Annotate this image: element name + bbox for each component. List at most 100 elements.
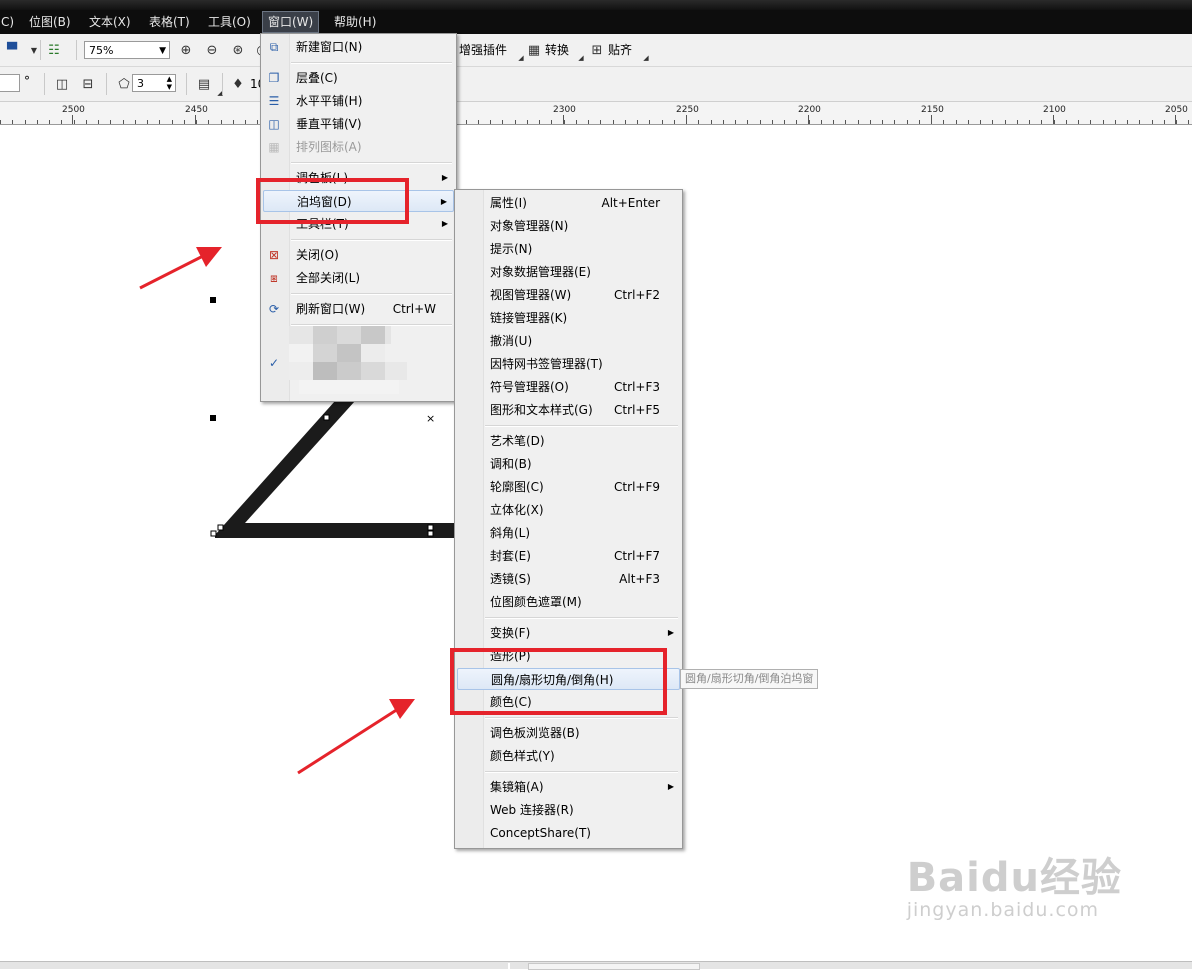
docker-menu-item[interactable]: 艺术笔(D) [457,430,680,452]
ruler-tick [221,120,222,124]
wrap-text-icon[interactable]: ▤ [196,76,212,92]
menu-item-arrange-icons: ▦ 排列图标(A) [263,136,454,158]
docker-menu-item[interactable]: 轮廓图(C) Ctrl+F9 [457,476,680,498]
docker-menu-item[interactable]: 撤消(U) [457,330,680,352]
ruler-tick [1188,120,1189,124]
watermark-url: jingyan.baidu.com [906,899,1100,921]
docker-menu-item[interactable]: 斜角(L) [457,522,680,544]
ruler-major-tick [1053,115,1054,124]
ruler-tick [956,120,957,124]
ruler-tick [698,120,699,124]
plugins-button[interactable]: 增强插件 [459,42,507,58]
mirror-horizontal-icon[interactable]: ◫ [54,76,70,92]
menu-cut-item[interactable]: C) [0,13,19,31]
docker-menu-item[interactable]: 调和(B) [457,453,680,475]
docker-menu-item[interactable]: 颜色样式(Y) [457,745,680,767]
menu-item-label: 视图管理器(W) [490,288,572,302]
zoom-select[interactable]: 75% ▼ [84,41,170,59]
angle-input[interactable] [0,74,20,92]
ruler-tick [858,120,859,124]
docker-menu-item[interactable]: 封套(E) Ctrl+F7 [457,545,680,567]
close-window-icon: ⊠ [268,248,280,262]
menu-item-label: 调色板浏览器(B) [490,726,580,740]
docker-menu-item[interactable]: 提示(N) [457,238,680,260]
docker-menu-item[interactable]: 对象数据管理器(E) [457,261,680,283]
ruler-tick [625,120,626,124]
menu-item-label: 立体化(X) [490,503,544,517]
mirror-vertical-icon[interactable]: ⊟ [80,76,96,92]
checklist-icon[interactable]: ☷ [46,42,62,58]
cascade-icon: ❐ [268,71,280,85]
new-window-icon: ⧉ [269,40,279,54]
menu-separator [291,293,452,295]
chevron-down-icon[interactable]: ◢ [573,50,589,66]
ruler-tick [613,120,614,124]
docker-menu-item[interactable]: 立体化(X) [457,499,680,521]
node-handle [210,530,217,537]
menu-table[interactable]: 表格(T) [144,13,195,31]
docker-menu-item[interactable]: 视图管理器(W) Ctrl+F2 [457,284,680,306]
menu-item-shortcut: Ctrl+F3 [614,380,660,394]
docker-menu-item[interactable]: 图形和文本样式(G) Ctrl+F5 [457,399,680,421]
ruler-tick [147,120,148,124]
docker-menu-item[interactable]: Web 连接器(R) [457,799,680,821]
menu-item-label: 集镜箱(A) [490,780,544,794]
ruler-tick [478,120,479,124]
menu-separator [485,771,678,773]
ruler-major-tick [686,115,687,124]
ruler-tick [919,120,920,124]
docker-menu-item[interactable]: ConceptShare(T) [457,822,680,844]
menu-item-tile-horizontal[interactable]: ☰ 水平平铺(H) [263,90,454,112]
docker-menu-item[interactable]: 集镜箱(A) ▶ [457,776,680,798]
menu-item-new-window[interactable]: ⧉ 新建窗口(N) [263,36,454,58]
docker-menu-item[interactable]: 位图颜色遮罩(M) [457,591,680,613]
baidu-watermark: Baidu经验 jingyan.baidu.com [907,845,1122,921]
docker-menu-item[interactable]: 属性(I) Alt+Enter [457,192,680,214]
menu-item-tile-vertical[interactable]: ◫ 垂直平铺(V) [263,113,454,135]
ruler-tick [86,120,87,124]
menu-tools[interactable]: 工具(O) [203,13,256,31]
ruler-label: 2200 [798,105,821,115]
node-handle [427,530,434,537]
spinner-icon[interactable]: ▲ ▼ [167,75,172,91]
menu-item-close[interactable]: ⊠ 关闭(O) [263,244,454,266]
ruler-tick [674,120,675,124]
zoom-in-icon[interactable]: ⊕ [178,42,194,58]
ruler-tick [1017,120,1018,124]
menu-separator [291,62,452,64]
annotation-arrow [297,707,399,775]
menu-bitmap[interactable]: 位图(B) [24,13,76,31]
docker-menu-item[interactable]: 符号管理器(O) Ctrl+F3 [457,376,680,398]
menu-separator [485,717,678,719]
ruler-tick [196,120,197,124]
menu-help[interactable]: 帮助(H) [329,13,381,31]
menu-item-label: 图形和文本样式(G) [490,403,593,417]
docker-menu-item[interactable]: 链接管理器(K) [457,307,680,329]
menu-window[interactable]: 窗口(W) [262,11,320,33]
docker-menu-item[interactable]: 变换(F) ▶ [457,622,680,644]
chevron-down-icon[interactable]: ◢ [212,85,228,101]
ruler-tick [747,120,748,124]
docker-menu-item[interactable]: 调色板浏览器(B) [457,722,680,744]
launcher-icon[interactable]: ▀ [4,42,20,58]
horizontal-ruler[interactable]: 2500 2450 2300 2250 2200 2150 2100 2050 [0,102,1192,125]
docker-menu-item[interactable]: 因特网书签管理器(T) [457,353,680,375]
tile-vertical-icon: ◫ [268,117,280,131]
menu-item-close-all[interactable]: ⧆ 全部关闭(L) [263,267,454,289]
docker-menu-item[interactable]: 对象管理器(N) [457,215,680,237]
menu-text[interactable]: 文本(X) [84,13,136,31]
menu-separator [291,162,452,164]
annotation-arrow [139,253,206,290]
menu-item-cascade[interactable]: ❐ 层叠(C) [263,67,454,89]
docker-menu-item[interactable]: 透镜(S) Alt+F3 [457,568,680,590]
convert-button[interactable]: 转换 [545,42,569,58]
chevron-down-icon: ▼ [159,46,166,56]
chevron-down-icon[interactable]: ◢ [638,50,654,66]
snap-button[interactable]: 贴齐 [608,42,632,58]
zoom-fit-icon[interactable]: ⊛ [230,42,246,58]
menu-item-refresh-window[interactable]: ⟳ 刷新窗口(W) Ctrl+W [263,298,454,320]
pen-icon: ♦ [232,76,244,92]
polygon-sides-input[interactable]: 3 ▲ ▼ [132,74,176,92]
zoom-out-icon[interactable]: ⊖ [204,42,220,58]
ruler-tick [992,120,993,124]
